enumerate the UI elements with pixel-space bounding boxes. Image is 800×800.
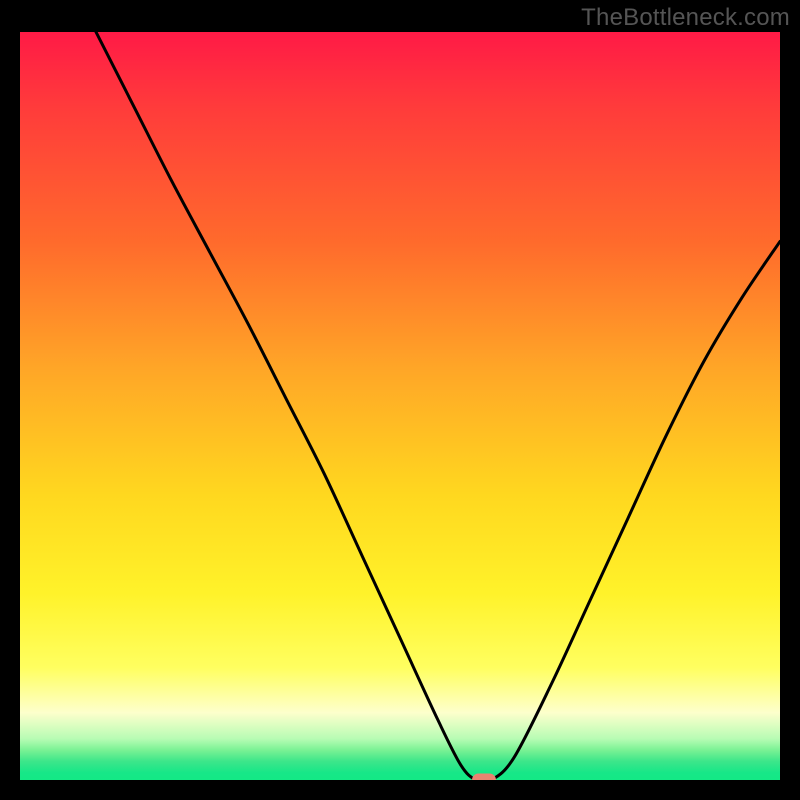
chart-root: TheBottleneck.com — [0, 0, 800, 800]
bottleneck-curve — [20, 32, 780, 780]
watermark-text: TheBottleneck.com — [581, 4, 790, 32]
bottleneck-marker — [472, 774, 496, 781]
plot-area — [20, 32, 780, 780]
